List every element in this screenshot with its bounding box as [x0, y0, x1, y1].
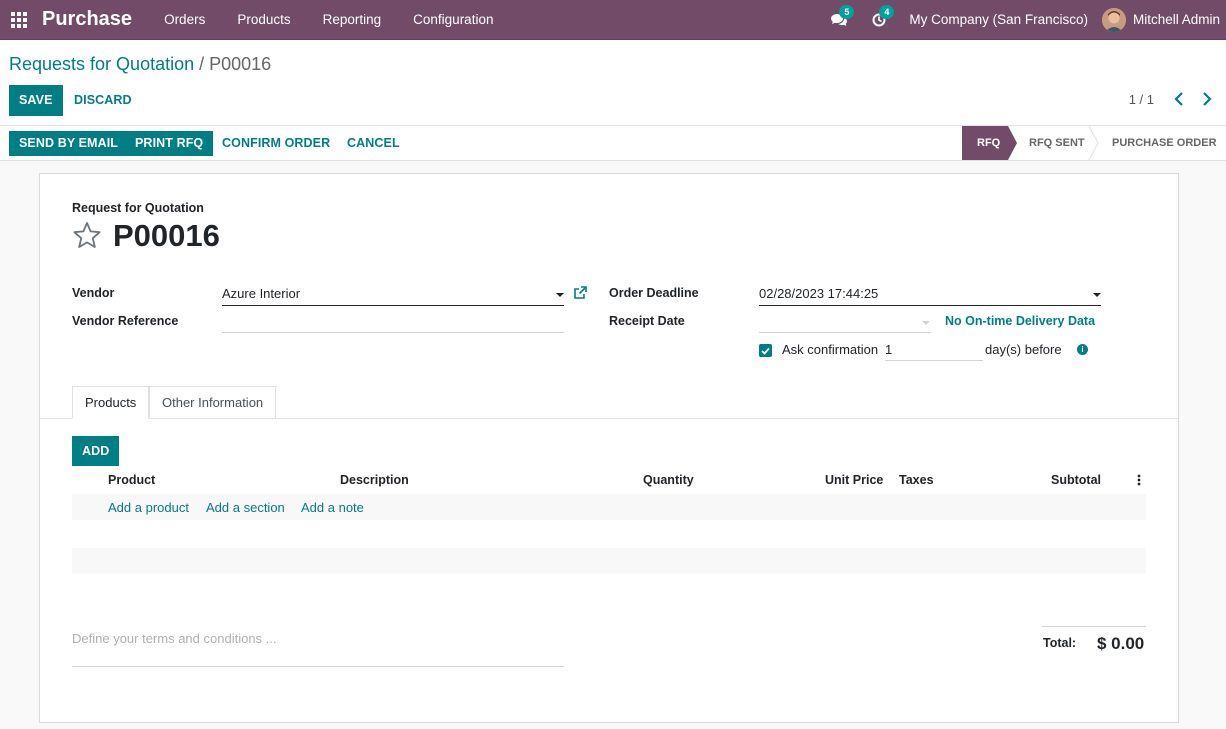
- add-section-link[interactable]: Add a section: [206, 500, 285, 515]
- total-divider: [1042, 626, 1146, 627]
- table-row: [72, 548, 1146, 574]
- column-product[interactable]: Product: [108, 473, 155, 487]
- order-deadline-field[interactable]: 02/28/2023 17:44:25: [759, 285, 1101, 306]
- save-button[interactable]: SAVE: [9, 85, 63, 116]
- ask-confirmation-label: Ask confirmation: [782, 342, 879, 357]
- vendor-value: Azure Interior: [222, 286, 301, 301]
- chevron-left-icon[interactable]: [1174, 92, 1184, 109]
- order-deadline-value: 02/28/2023 17:44:25: [759, 286, 879, 301]
- vendor-dropdown-icon[interactable]: [556, 293, 564, 297]
- add-note-link[interactable]: Add a note: [301, 500, 364, 515]
- menu-configuration[interactable]: Configuration: [397, 0, 509, 40]
- vendor-reference-field[interactable]: [222, 312, 564, 333]
- doc-type-label: Request for Quotation: [72, 201, 204, 215]
- add-line-button[interactable]: ADD: [72, 436, 120, 466]
- stage-rfq[interactable]: RFQ: [977, 126, 1000, 160]
- activities-icon[interactable]: 4: [859, 0, 899, 40]
- vendor-label: Vendor: [72, 286, 115, 300]
- ask-days-suffix: day(s) before: [985, 342, 1062, 357]
- receipt-date-dropdown-icon[interactable]: [922, 321, 930, 325]
- breadcrumb-parent[interactable]: Requests for Quotation: [9, 54, 194, 74]
- star-icon[interactable]: [72, 221, 102, 252]
- chevron-right-icon[interactable]: [1202, 92, 1212, 109]
- breadcrumb-current: P00016: [209, 54, 272, 74]
- pager-value[interactable]: 1 / 1: [1129, 92, 1154, 107]
- order-deadline-dropdown-icon[interactable]: [1093, 293, 1101, 297]
- messages-icon[interactable]: 5: [819, 0, 859, 40]
- column-unit-price[interactable]: Unit Price: [825, 473, 883, 487]
- systray: 5 4 My Company (San Francisco) Mitchell …: [819, 0, 1226, 40]
- menu-orders[interactable]: Orders: [148, 0, 221, 40]
- add-product-link[interactable]: Add a product: [108, 500, 189, 515]
- breadcrumb-separator: /: [194, 54, 210, 74]
- vendor-reference-label: Vendor Reference: [72, 314, 179, 328]
- total-value: $ 0.00: [1097, 634, 1145, 653]
- total-label: Total:: [1043, 636, 1077, 650]
- top-navbar: Purchase Orders Products Reporting Confi…: [0, 0, 1226, 40]
- ask-confirmation-checkbox[interactable]: [759, 344, 772, 357]
- app-title[interactable]: Purchase: [42, 8, 132, 31]
- receipt-date-label: Receipt Date: [609, 314, 685, 328]
- control-panel: Requests for Quotation / P00016 SAVE DIS…: [0, 40, 1226, 126]
- messages-badge: 5: [839, 4, 855, 19]
- send-by-email-button[interactable]: SEND BY EMAIL: [9, 131, 128, 156]
- menu-products[interactable]: Products: [221, 0, 306, 40]
- discard-button[interactable]: DISCARD: [74, 85, 132, 116]
- info-icon[interactable]: i: [1077, 344, 1088, 355]
- confirm-order-button[interactable]: CONFIRM ORDER: [222, 131, 330, 156]
- user-menu[interactable]: Mitchell Admin: [1101, 7, 1226, 32]
- user-name: Mitchell Admin: [1132, 12, 1220, 27]
- order-deadline-label: Order Deadline: [609, 286, 699, 300]
- external-link-icon[interactable]: [573, 286, 587, 303]
- tab-products[interactable]: Products: [72, 386, 150, 419]
- column-taxes[interactable]: Taxes: [899, 473, 934, 487]
- column-quantity[interactable]: Quantity: [643, 473, 694, 487]
- terms-underline: [72, 666, 564, 667]
- ask-days-input[interactable]: 1: [885, 340, 983, 361]
- ask-days-value: 1: [885, 342, 893, 357]
- activities-badge: 4: [879, 4, 895, 19]
- ontime-delivery-link[interactable]: No On-time Delivery Data: [945, 314, 1095, 328]
- cancel-button[interactable]: CANCEL: [347, 131, 400, 156]
- column-options-icon[interactable]: [1137, 474, 1141, 489]
- avatar: [1101, 7, 1126, 32]
- company-switcher[interactable]: My Company (San Francisco): [899, 12, 1102, 27]
- status-bar: SEND BY EMAIL PRINT RFQ CONFIRM ORDER CA…: [0, 126, 1226, 161]
- print-rfq-button[interactable]: PRINT RFQ: [125, 131, 214, 156]
- receipt-date-field[interactable]: [759, 312, 931, 333]
- breadcrumb: Requests for Quotation / P00016: [9, 54, 271, 75]
- tab-other-information[interactable]: Other Information: [149, 386, 277, 419]
- terms-input[interactable]: Define your terms and conditions ...: [72, 631, 277, 646]
- vendor-field[interactable]: Azure Interior: [222, 285, 564, 306]
- column-description[interactable]: Description: [340, 473, 409, 487]
- menu-reporting[interactable]: Reporting: [307, 0, 398, 40]
- stage-purchase-order[interactable]: PURCHASE ORDER: [1112, 126, 1217, 160]
- record-title: P00016: [113, 218, 220, 253]
- stage-rfq-sent[interactable]: RFQ SENT: [1029, 126, 1085, 160]
- apps-menu-icon[interactable]: [0, 0, 38, 40]
- column-subtotal[interactable]: Subtotal: [1051, 473, 1101, 487]
